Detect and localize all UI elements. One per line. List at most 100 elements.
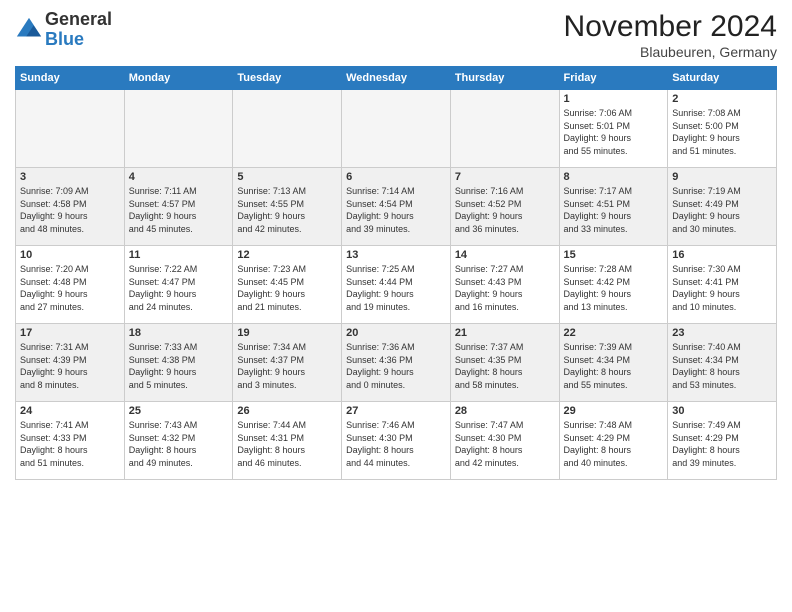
day-detail: Sunrise: 7:40 AM Sunset: 4:34 PM Dayligh… [672, 341, 772, 391]
day-detail: Sunrise: 7:43 AM Sunset: 4:32 PM Dayligh… [129, 419, 229, 469]
day-number: 2 [672, 93, 772, 105]
calendar-week-4: 17 Sunrise: 7:31 AM Sunset: 4:39 PM Dayli… [16, 324, 777, 402]
calendar-cell: 13 Sunrise: 7:25 AM Sunset: 4:44 PM Dayli… [342, 246, 451, 324]
day-number: 26 [237, 405, 337, 417]
calendar-cell: 7Sunrise: 7:16 AM Sunset: 4:52 PM Daylig… [450, 168, 559, 246]
day-number: 18 [129, 327, 229, 339]
day-number: 7 [455, 171, 555, 183]
day-detail: Sunrise: 7:49 AM Sunset: 4:29 PM Dayligh… [672, 419, 772, 469]
day-detail: Sunrise: 7:36 AM Sunset: 4:36 PM Dayligh… [346, 341, 446, 391]
calendar-week-5: 24Sunrise: 7:41 AM Sunset: 4:33 PM Dayli… [16, 402, 777, 480]
calendar-week-1: 1 Sunrise: 7:06 AM Sunset: 5:01 PM Daylig… [16, 90, 777, 168]
day-detail: Sunrise: 7:30 AM Sunset: 4:41 PM Dayligh… [672, 263, 772, 313]
calendar-cell: 5 Sunrise: 7:13 AM Sunset: 4:55 PM Daylig… [233, 168, 342, 246]
day-detail: Sunrise: 7:39 AM Sunset: 4:34 PM Dayligh… [564, 341, 664, 391]
calendar-cell: 14 Sunrise: 7:27 AM Sunset: 4:43 PM Dayli… [450, 246, 559, 324]
day-number: 15 [564, 249, 664, 261]
calendar-cell: 16 Sunrise: 7:30 AM Sunset: 4:41 PM Dayli… [668, 246, 777, 324]
day-detail: Sunrise: 7:48 AM Sunset: 4:29 PM Dayligh… [564, 419, 664, 469]
calendar-cell: 30 Sunrise: 7:49 AM Sunset: 4:29 PM Dayli… [668, 402, 777, 480]
header-saturday: Saturday [668, 67, 777, 90]
day-number: 30 [672, 405, 772, 417]
day-number: 17 [20, 327, 120, 339]
day-detail: Sunrise: 7:13 AM Sunset: 4:55 PM Dayligh… [237, 185, 337, 235]
day-detail: Sunrise: 7:31 AM Sunset: 4:39 PM Dayligh… [20, 341, 120, 391]
day-number: 9 [672, 171, 772, 183]
calendar-cell [124, 90, 233, 168]
calendar-week-2: 3Sunrise: 7:09 AM Sunset: 4:58 PM Daylig… [16, 168, 777, 246]
day-number: 14 [455, 249, 555, 261]
calendar-cell: 20 Sunrise: 7:36 AM Sunset: 4:36 PM Dayli… [342, 324, 451, 402]
day-number: 10 [20, 249, 120, 261]
title-block: November 2024 Blaubeuren, Germany [564, 10, 777, 60]
logo-text: General Blue [45, 10, 112, 50]
day-detail: Sunrise: 7:14 AM Sunset: 4:54 PM Dayligh… [346, 185, 446, 235]
month-title: November 2024 [564, 10, 777, 44]
calendar-cell: 24Sunrise: 7:41 AM Sunset: 4:33 PM Dayli… [16, 402, 125, 480]
calendar-cell: 29 Sunrise: 7:48 AM Sunset: 4:29 PM Dayli… [559, 402, 668, 480]
header-monday: Monday [124, 67, 233, 90]
header-wednesday: Wednesday [342, 67, 451, 90]
day-detail: Sunrise: 7:09 AM Sunset: 4:58 PM Dayligh… [20, 185, 120, 235]
calendar-cell: 11 Sunrise: 7:22 AM Sunset: 4:47 PM Dayli… [124, 246, 233, 324]
logo: General Blue [15, 10, 112, 50]
day-detail: Sunrise: 7:33 AM Sunset: 4:38 PM Dayligh… [129, 341, 229, 391]
calendar-cell: 27 Sunrise: 7:46 AM Sunset: 4:30 PM Dayli… [342, 402, 451, 480]
header-thursday: Thursday [450, 67, 559, 90]
header-tuesday: Tuesday [233, 67, 342, 90]
day-number: 25 [129, 405, 229, 417]
calendar-cell: 8 Sunrise: 7:17 AM Sunset: 4:51 PM Daylig… [559, 168, 668, 246]
day-number: 6 [346, 171, 446, 183]
calendar-cell: 22Sunrise: 7:39 AM Sunset: 4:34 PM Dayli… [559, 324, 668, 402]
day-number: 13 [346, 249, 446, 261]
calendar-cell: 21 Sunrise: 7:37 AM Sunset: 4:35 PM Dayli… [450, 324, 559, 402]
calendar-cell: 17 Sunrise: 7:31 AM Sunset: 4:39 PM Dayli… [16, 324, 125, 402]
day-detail: Sunrise: 7:27 AM Sunset: 4:43 PM Dayligh… [455, 263, 555, 313]
calendar-cell [342, 90, 451, 168]
day-number: 8 [564, 171, 664, 183]
day-detail: Sunrise: 7:28 AM Sunset: 4:42 PM Dayligh… [564, 263, 664, 313]
day-number: 11 [129, 249, 229, 261]
calendar-cell: 18 Sunrise: 7:33 AM Sunset: 4:38 PM Dayli… [124, 324, 233, 402]
calendar-cell [233, 90, 342, 168]
day-number: 5 [237, 171, 337, 183]
day-number: 24 [20, 405, 120, 417]
day-number: 29 [564, 405, 664, 417]
day-number: 1 [564, 93, 664, 105]
calendar-cell: 28 Sunrise: 7:47 AM Sunset: 4:30 PM Dayli… [450, 402, 559, 480]
day-detail: Sunrise: 7:46 AM Sunset: 4:30 PM Dayligh… [346, 419, 446, 469]
calendar-cell [16, 90, 125, 168]
calendar-cell: 23 Sunrise: 7:40 AM Sunset: 4:34 PM Dayli… [668, 324, 777, 402]
day-detail: Sunrise: 7:44 AM Sunset: 4:31 PM Dayligh… [237, 419, 337, 469]
calendar-cell [450, 90, 559, 168]
day-detail: Sunrise: 7:19 AM Sunset: 4:49 PM Dayligh… [672, 185, 772, 235]
location: Blaubeuren, Germany [564, 44, 777, 60]
calendar-cell: 10Sunrise: 7:20 AM Sunset: 4:48 PM Dayli… [16, 246, 125, 324]
day-number: 28 [455, 405, 555, 417]
calendar-cell: 9 Sunrise: 7:19 AM Sunset: 4:49 PM Daylig… [668, 168, 777, 246]
day-number: 27 [346, 405, 446, 417]
day-number: 21 [455, 327, 555, 339]
day-number: 23 [672, 327, 772, 339]
calendar-cell: 6 Sunrise: 7:14 AM Sunset: 4:54 PM Daylig… [342, 168, 451, 246]
day-number: 16 [672, 249, 772, 261]
day-detail: Sunrise: 7:17 AM Sunset: 4:51 PM Dayligh… [564, 185, 664, 235]
calendar-cell: 4 Sunrise: 7:11 AM Sunset: 4:57 PM Daylig… [124, 168, 233, 246]
day-detail: Sunrise: 7:37 AM Sunset: 4:35 PM Dayligh… [455, 341, 555, 391]
logo-blue: Blue [45, 30, 112, 50]
day-detail: Sunrise: 7:06 AM Sunset: 5:01 PM Dayligh… [564, 107, 664, 157]
main-container: General Blue November 2024 Blaubeuren, G… [0, 0, 792, 490]
header-row: Sunday Monday Tuesday Wednesday Thursday… [16, 67, 777, 90]
calendar-week-3: 10Sunrise: 7:20 AM Sunset: 4:48 PM Dayli… [16, 246, 777, 324]
day-number: 20 [346, 327, 446, 339]
calendar-cell: 3Sunrise: 7:09 AM Sunset: 4:58 PM Daylig… [16, 168, 125, 246]
day-detail: Sunrise: 7:08 AM Sunset: 5:00 PM Dayligh… [672, 107, 772, 157]
day-detail: Sunrise: 7:34 AM Sunset: 4:37 PM Dayligh… [237, 341, 337, 391]
day-detail: Sunrise: 7:11 AM Sunset: 4:57 PM Dayligh… [129, 185, 229, 235]
day-detail: Sunrise: 7:47 AM Sunset: 4:30 PM Dayligh… [455, 419, 555, 469]
logo-icon [15, 16, 43, 44]
day-detail: Sunrise: 7:25 AM Sunset: 4:44 PM Dayligh… [346, 263, 446, 313]
day-number: 4 [129, 171, 229, 183]
day-number: 19 [237, 327, 337, 339]
day-detail: Sunrise: 7:22 AM Sunset: 4:47 PM Dayligh… [129, 263, 229, 313]
